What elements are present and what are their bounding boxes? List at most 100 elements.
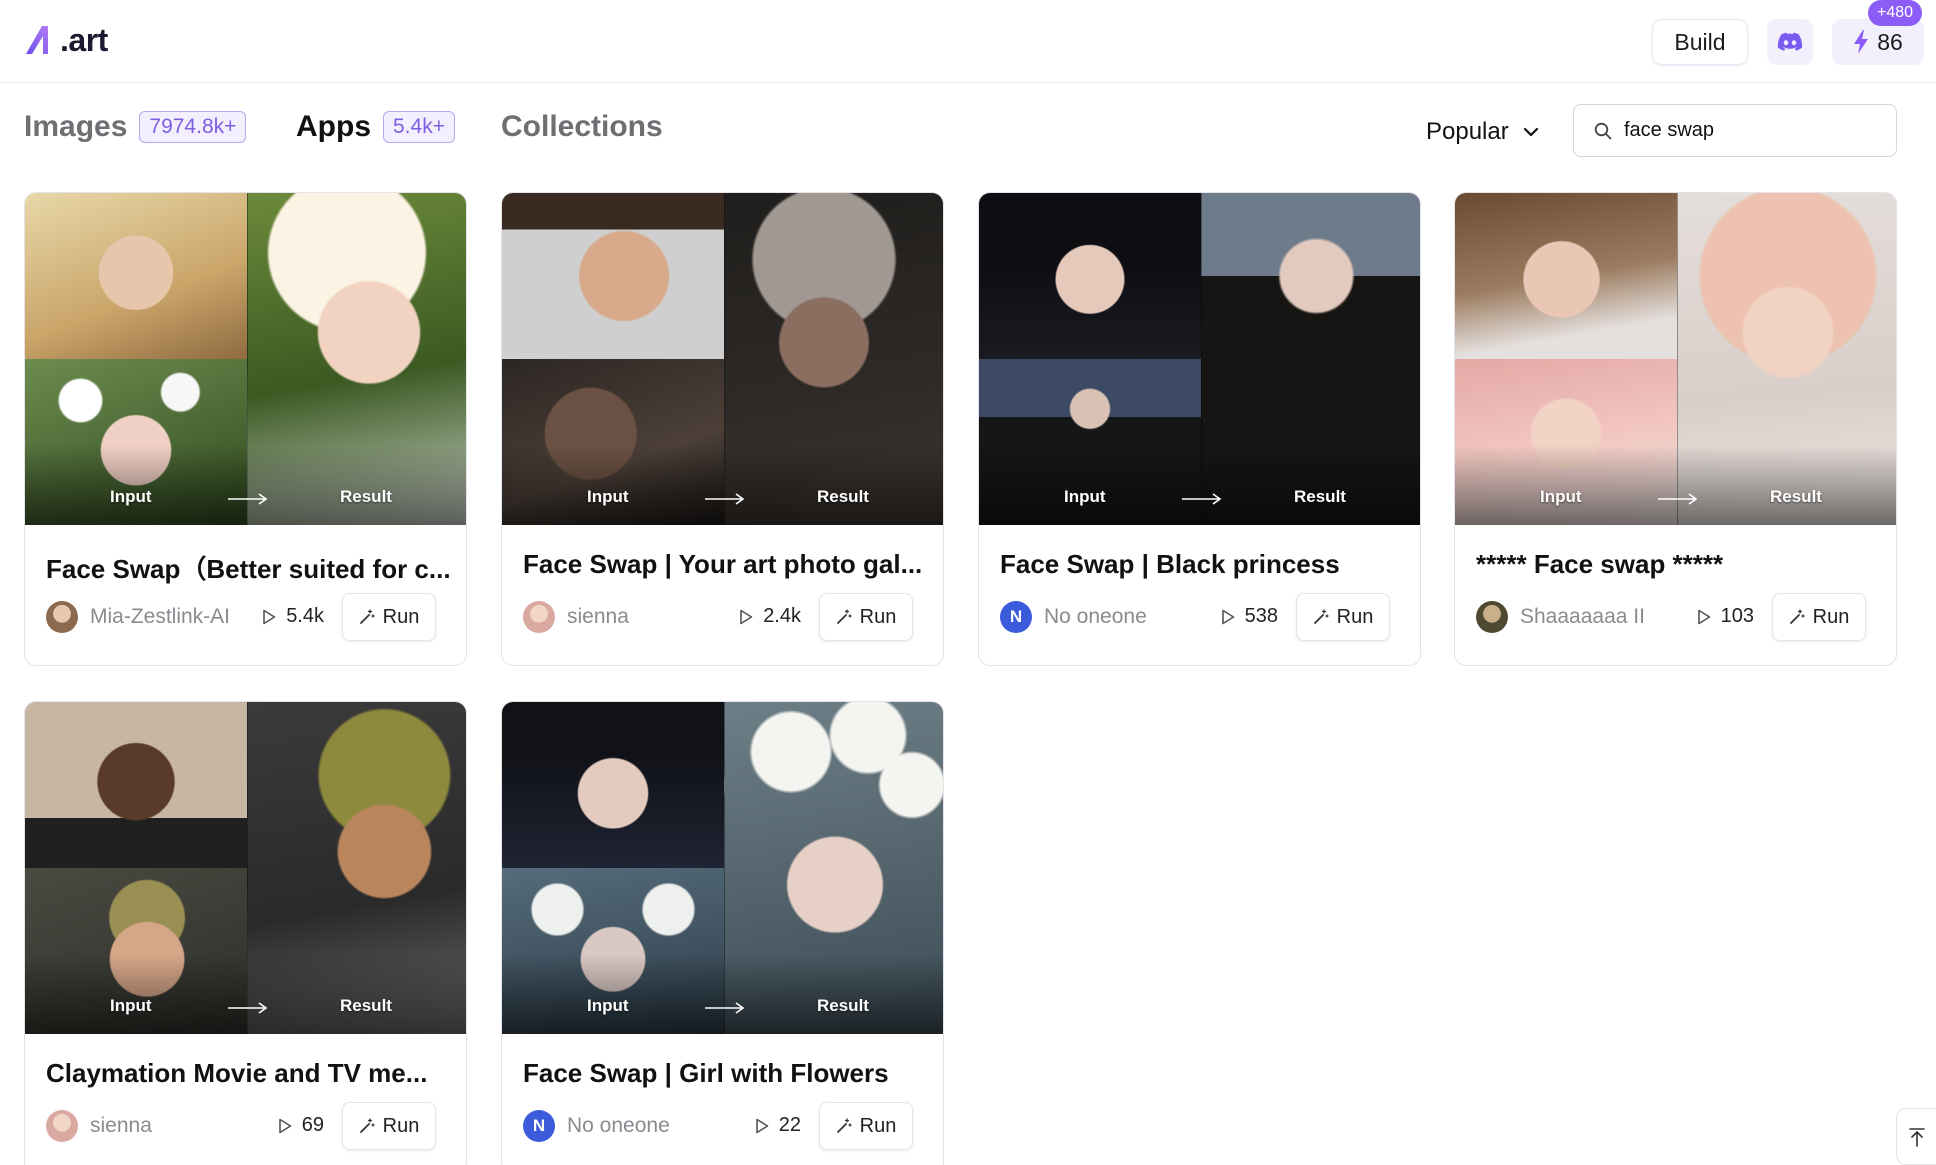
tab-apps-label: Apps [296, 110, 371, 143]
run-count-value: 103 [1720, 605, 1754, 627]
input-label: Input [1540, 487, 1582, 506]
arrow-right-icon [1182, 493, 1222, 505]
tab-images-count: 7974.8k+ [139, 111, 247, 143]
tab-apps-count: 5.4k+ [383, 111, 455, 143]
author-name[interactable]: Mia-Zestlink-AI [90, 605, 230, 629]
run-count: 103 [1697, 605, 1754, 628]
run-button[interactable]: Run [819, 1102, 913, 1150]
input-image [25, 702, 247, 868]
app-card[interactable]: Input Result ***** Face swap ***** Shaaa… [1454, 192, 1897, 666]
card-title[interactable]: Claymation Movie and TV me... [46, 1058, 456, 1089]
author-name[interactable]: sienna [90, 1114, 152, 1138]
run-count: 69 [278, 1114, 324, 1137]
author-name[interactable]: Shaaaaaaa II [1520, 605, 1645, 629]
app-card[interactable]: Input Result Face Swap | Your art photo … [501, 192, 944, 666]
run-count-value: 5.4k [286, 605, 324, 627]
card-meta: sienna 2.4k Run [523, 593, 933, 641]
card-title[interactable]: Face Swap | Girl with Flowers [523, 1058, 933, 1089]
play-icon [1221, 609, 1234, 624]
run-button[interactable]: Run [1772, 593, 1866, 641]
run-count-value: 22 [778, 1114, 801, 1136]
input-image [1455, 193, 1677, 359]
search-input[interactable] [1624, 119, 1874, 142]
arrow-right-icon [228, 1002, 268, 1014]
result-label: Result [340, 487, 392, 506]
arrow-right-icon [705, 493, 745, 505]
run-count: 538 [1221, 605, 1278, 628]
magic-wand-icon [1789, 609, 1805, 624]
magic-wand-icon [359, 1118, 375, 1133]
chevron-down-icon [1523, 127, 1538, 137]
run-button[interactable]: Run [819, 593, 913, 641]
input-image [979, 193, 1201, 359]
back-to-top-button[interactable] [1896, 1108, 1936, 1165]
card-title[interactable]: Face Swap（Better suited for c... [46, 549, 456, 586]
avatar[interactable] [46, 601, 78, 633]
run-count: 5.4k [262, 605, 324, 628]
input-label: Input [1064, 487, 1106, 506]
magic-wand-icon [1313, 609, 1329, 624]
card-title[interactable]: ***** Face swap ***** [1476, 549, 1886, 580]
search-box[interactable] [1573, 104, 1897, 157]
discord-icon [1777, 32, 1803, 51]
play-icon [740, 609, 753, 624]
run-button[interactable]: Run [342, 1102, 436, 1150]
run-button[interactable]: Run [1296, 593, 1390, 641]
result-label: Result [340, 996, 392, 1015]
play-icon [755, 1118, 769, 1133]
thumbnail-shade [25, 445, 466, 525]
tab-apps[interactable]: Apps 5.4k+ [296, 110, 455, 144]
card-meta: N No oneone 22 Run [523, 1102, 933, 1150]
app-card[interactable]: Input Result Face Swap | Black princess … [978, 192, 1421, 666]
run-button[interactable]: Run [342, 593, 436, 641]
avatar[interactable]: N [1000, 601, 1032, 633]
app-card[interactable]: Input Result Face Swap | Girl with Flowe… [501, 701, 944, 1165]
run-button-label: Run [382, 1114, 420, 1137]
search-icon [1594, 122, 1612, 139]
credits-value: 86 [1877, 28, 1903, 55]
magic-wand-icon [836, 609, 852, 624]
author-name[interactable]: sienna [567, 605, 629, 629]
thumbnail-shade [25, 954, 466, 1034]
tab-images[interactable]: Images 7974.8k+ [24, 110, 247, 144]
avatar[interactable] [46, 1110, 78, 1142]
avatar[interactable] [1476, 601, 1508, 633]
app-card[interactable]: Input Result Face Swap（Better suited for… [24, 192, 467, 666]
input-label: Input [110, 996, 152, 1015]
app-card[interactable]: Input Result Claymation Movie and TV me.… [24, 701, 467, 1165]
thumbnail-shade [979, 445, 1420, 525]
play-icon [1697, 609, 1710, 624]
input-image [502, 702, 724, 868]
input-label: Input [587, 487, 629, 506]
build-button[interactable]: Build [1652, 19, 1748, 65]
top-header: .art Build 86 +480 [0, 0, 1936, 83]
logo[interactable]: .art [24, 20, 108, 60]
sort-dropdown[interactable]: Popular [1426, 112, 1539, 152]
card-title[interactable]: Face Swap | Your art photo gal... [523, 549, 933, 580]
author-name[interactable]: No oneone [1044, 605, 1147, 629]
sort-selected: Popular [1426, 118, 1509, 145]
magic-wand-icon [359, 609, 375, 624]
input-label: Input [587, 996, 629, 1015]
card-meta: Shaaaaaaa II 103 Run [1476, 593, 1886, 641]
tab-collections[interactable]: Collections [501, 110, 663, 144]
input-image [25, 193, 247, 359]
discord-button[interactable] [1767, 19, 1813, 65]
author-name[interactable]: No oneone [567, 1114, 670, 1138]
run-count-value: 538 [1244, 605, 1278, 627]
lightning-icon [1854, 30, 1869, 54]
result-label: Result [817, 996, 869, 1015]
run-count: 22 [755, 1114, 801, 1137]
run-button-label: Run [382, 605, 420, 628]
logo-mark-icon [26, 26, 48, 54]
input-label: Input [110, 487, 152, 506]
avatar[interactable] [523, 601, 555, 633]
thumbnail-shade [1455, 445, 1896, 525]
card-meta: N No oneone 538 Run [1000, 593, 1410, 641]
play-icon [278, 1118, 292, 1133]
run-count: 2.4k [739, 605, 801, 628]
avatar[interactable]: N [523, 1110, 555, 1142]
card-title[interactable]: Face Swap | Black princess [1000, 549, 1410, 580]
result-label: Result [817, 487, 869, 506]
run-button-label: Run [1812, 605, 1850, 628]
